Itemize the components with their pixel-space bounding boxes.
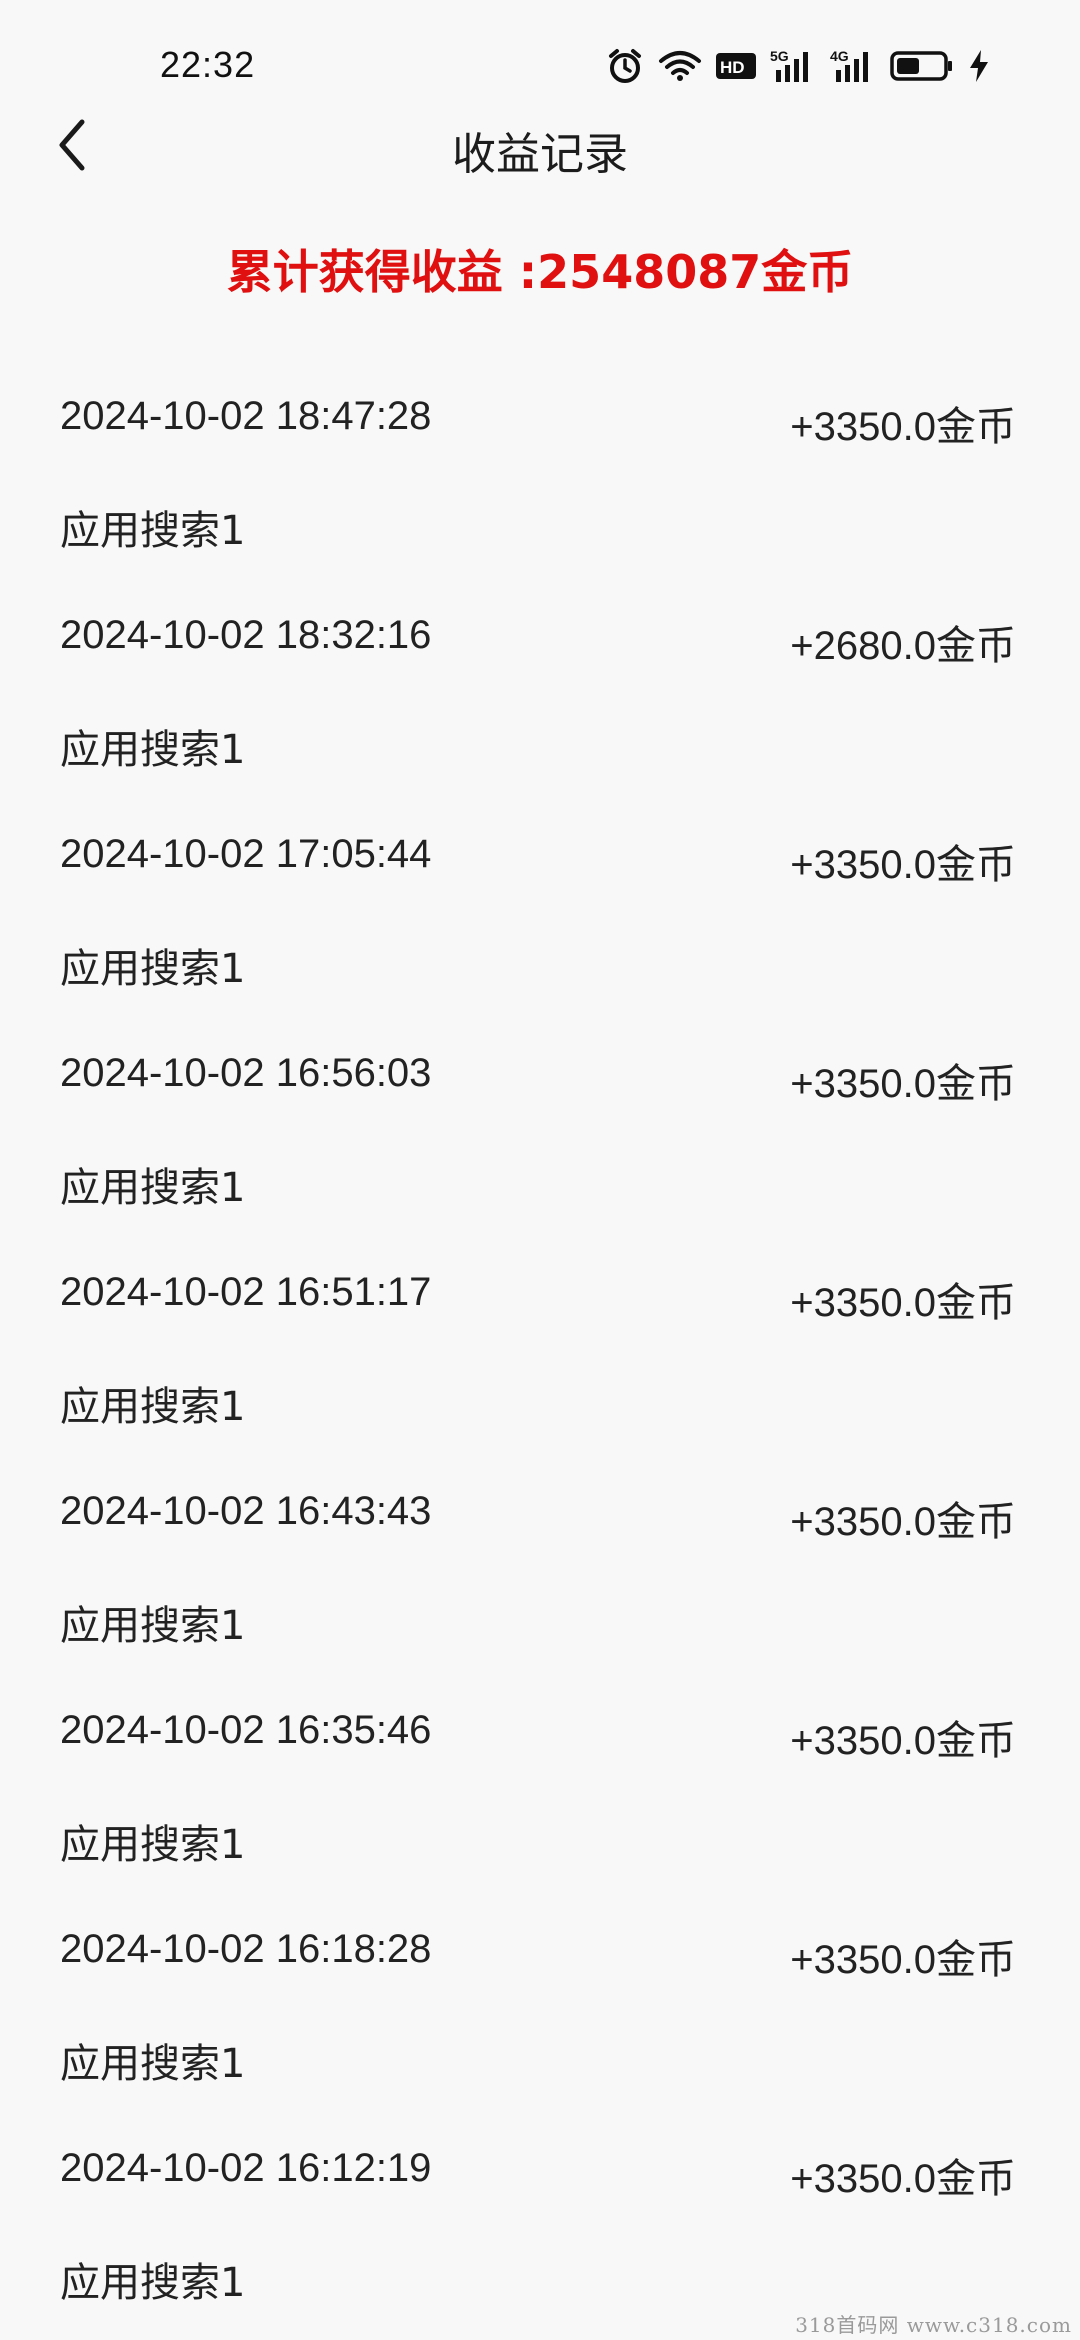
records-list: 2024-10-02 18:47:28 +3350.0金币 应用搜索1 2024… [0,380,1080,2340]
header: 收益记录 [0,110,1080,180]
page-title: 收益记录 [452,129,628,180]
battery-icon [890,50,954,82]
record-amount: +3350.0金币 [790,405,1016,449]
record-amount: +2680.0金币 [790,624,1016,668]
signal-4g-label: 4G [830,48,849,64]
hd-label: HD [720,58,745,77]
record-time: 2024-10-02 16:51:17 [60,1270,432,1314]
list-item: 2024-10-02 16:43:43 +3350.0金币 应用搜索1 [0,1475,1080,1694]
record-amount: +3350.0金币 [790,2157,1016,2201]
status-time: 22:32 [160,44,256,85]
total-earnings: 累计获得收益 :2548087金币 [226,245,854,299]
list-item: 2024-10-02 18:32:16 +2680.0金币 应用搜索1 [0,599,1080,818]
record-time: 2024-10-02 16:35:46 [60,1708,432,1752]
record-time: 2024-10-02 16:12:19 [60,2146,432,2190]
watermark: 318首码网 www.c318.com [795,2313,1072,2337]
record-amount: +3350.0金币 [790,1500,1016,1544]
record-source: 应用搜索1 [60,1603,246,1649]
signal-4g-icon: 4G [830,48,876,84]
list-item: 2024-10-02 17:05:44 +3350.0金币 应用搜索1 [0,818,1080,1037]
charging-icon [968,49,990,83]
record-amount: +3350.0金币 [790,1062,1016,1106]
list-item: 2024-10-02 16:56:03 +3350.0金币 应用搜索1 [0,1037,1080,1256]
record-time: 2024-10-02 16:43:43 [60,1489,432,1533]
signal-5g-label: 5G [770,48,789,64]
record-amount: +3350.0金币 [790,843,1016,887]
list-item: 2024-10-02 16:35:46 +3350.0金币 应用搜索1 [0,1694,1080,1913]
screen: 22:32 HD 5G 4G 收益记录 累计获得收益:2548087金币 20… [0,0,1080,2340]
signal-5g-icon: 5G [770,48,816,84]
list-item: 2024-10-02 16:18:28 +3350.0金币 应用搜索1 [0,1913,1080,2132]
record-time: 2024-10-02 16:18:28 [60,1927,432,1971]
record-source: 应用搜索1 [60,1384,246,1430]
record-source: 应用搜索1 [60,2041,246,2087]
wifi-icon [658,49,702,83]
record-source: 应用搜索1 [60,1822,246,1868]
record-amount: +3350.0金币 [790,1281,1016,1325]
record-time: 2024-10-02 17:05:44 [60,832,432,876]
status-icons: HD 5G 4G [606,46,990,86]
record-amount: +3350.0金币 [790,1719,1016,1763]
alarm-icon [606,47,644,85]
hd-icon: HD [716,51,756,81]
record-time: 2024-10-02 16:56:03 [60,1051,432,1095]
record-source: 应用搜索1 [60,727,246,773]
record-source: 应用搜索1 [60,508,246,554]
record-source: 应用搜索1 [60,1165,246,1211]
record-source: 应用搜索1 [60,2260,246,2306]
record-time: 2024-10-02 18:47:28 [60,394,432,438]
record-amount: +3350.0金币 [790,1938,1016,1982]
status-bar: 22:32 HD 5G 4G [0,0,1080,110]
record-source: 应用搜索1 [60,946,246,992]
list-item: 2024-10-02 16:51:17 +3350.0金币 应用搜索1 [0,1256,1080,1475]
list-item: 2024-10-02 18:47:28 +3350.0金币 应用搜索1 [0,380,1080,599]
record-time: 2024-10-02 18:32:16 [60,613,432,657]
